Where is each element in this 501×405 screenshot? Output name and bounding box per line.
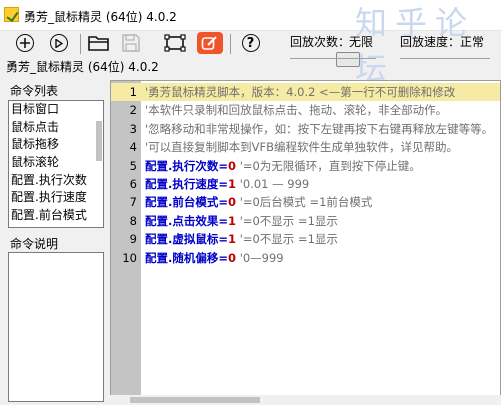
open-button[interactable] bbox=[86, 30, 111, 56]
code-keyword: 配置.执行速度 bbox=[145, 177, 219, 191]
code-statement: 配置.执行速度=1 '0.01 — 999 bbox=[145, 175, 309, 193]
window-title: 勇芳_鼠标精灵 (64位) 4.0.2 bbox=[24, 10, 177, 24]
list-item[interactable]: 配置.执行次数 bbox=[9, 172, 103, 190]
line-number: 7 bbox=[129, 195, 137, 210]
capture-button[interactable] bbox=[162, 30, 187, 56]
code-comment: '忽略移动和非常规操作，如：按下左键再按下右键再释放左键等等。 bbox=[145, 121, 494, 136]
title-bar: 勇芳_鼠标精灵 (64位) 4.0.2 知乎论坛 bbox=[0, 0, 501, 88]
capture-frame-icon bbox=[163, 34, 186, 52]
code-operator: = bbox=[218, 158, 229, 173]
code-line[interactable]: 4 '可以直接复制脚本到VFB编程软件生成单独软件，详见帮助。 bbox=[111, 138, 500, 156]
code-comment: '本软件只录制和回放鼠标点击、拖动、滚轮，非全部动作。 bbox=[145, 103, 448, 118]
code-keyword: 配置.执行次数 bbox=[145, 158, 219, 173]
code-operator: = bbox=[218, 250, 229, 265]
scrollbar-thumb[interactable] bbox=[130, 397, 260, 403]
code-operator: = bbox=[218, 177, 229, 191]
repeat-count-track bbox=[290, 58, 376, 59]
list-item[interactable]: 配置.执行速度 bbox=[9, 189, 103, 207]
pencil-edit-icon bbox=[197, 32, 223, 54]
command-list-header: 命令列表 bbox=[10, 84, 59, 98]
list-item[interactable]: 配置.前台模式 bbox=[9, 207, 103, 225]
line-number: 8 bbox=[129, 213, 137, 228]
code-comment: '=0不显示 =1显示 bbox=[239, 232, 338, 247]
code-line[interactable]: 7 配置.前台模式=0 '=0后台模式 =1前台模式 bbox=[111, 193, 500, 211]
code-keyword: 配置.前台模式 bbox=[145, 195, 219, 210]
code-statement: 配置.虚拟鼠标=1 '=0不显示 =1显示 bbox=[145, 230, 338, 248]
list-item[interactable]: 目标窗口 bbox=[9, 101, 103, 119]
add-button[interactable] bbox=[12, 30, 37, 56]
code-line[interactable]: 1 '勇芳鼠标精灵脚本，版本：4.0.2 <—第一行不可删除和修改 bbox=[111, 83, 500, 102]
folder-icon bbox=[87, 36, 109, 51]
command-list-scrollbar[interactable] bbox=[96, 103, 102, 225]
command-description-header: 命令说明 bbox=[10, 237, 59, 251]
help-circle-icon: ? bbox=[241, 34, 260, 52]
line-number: 5 bbox=[129, 158, 137, 173]
code-value: 1 bbox=[228, 232, 237, 247]
playback-speed-label: 回放速度： bbox=[400, 35, 461, 49]
code-keyword: 配置.随机偏移 bbox=[145, 250, 219, 265]
code-line[interactable]: 6 配置.执行速度=1 '0.01 — 999 bbox=[111, 175, 500, 193]
code-comment: '=0后台模式 =1前台模式 bbox=[239, 195, 373, 210]
line-number: 6 bbox=[129, 177, 137, 191]
code-comment: '=0为无限循环，直到按下停止键。 bbox=[239, 158, 421, 173]
code-keyword: 配置.虚拟鼠标 bbox=[145, 232, 219, 247]
line-number: 2 bbox=[129, 103, 137, 118]
code-line[interactable]: 3 '忽略移动和非常规操作，如：按下左键再按下右键再释放左键等等。 bbox=[111, 120, 500, 138]
line-number: 1 bbox=[129, 85, 137, 99]
list-item[interactable]: 鼠标滚轮 bbox=[9, 154, 103, 172]
save-button[interactable] bbox=[118, 30, 143, 56]
line-number: 10 bbox=[122, 250, 137, 265]
command-list[interactable]: 目标窗口 鼠标点击 鼠标拖移 鼠标滚轮 配置.执行次数 配置.执行速度 配置.前… bbox=[8, 100, 104, 228]
plus-circle-icon bbox=[15, 34, 34, 52]
list-item[interactable]: 鼠标拖移 bbox=[9, 136, 103, 154]
line-number: 4 bbox=[129, 140, 137, 155]
help-button[interactable]: ? bbox=[238, 30, 263, 56]
code-line[interactable]: 9 配置.虚拟鼠标=1 '=0不显示 =1显示 bbox=[111, 230, 500, 248]
code-line[interactable]: 5 配置.执行次数=0 '=0为无限循环，直到按下停止键。 bbox=[111, 157, 500, 175]
code-line[interactable]: 2 '本软件只录制和回放鼠标点击、拖动、滚轮，非全部动作。 bbox=[111, 101, 500, 119]
code-operator: = bbox=[218, 195, 229, 210]
code-line[interactable]: 8 配置.点击效果=1 '=0不显示 =1显示 bbox=[111, 212, 500, 230]
code-value: 1 bbox=[228, 177, 237, 191]
status-text: 勇芳_鼠标精灵 (64位) 4.0.2 bbox=[6, 60, 159, 74]
code-value: 0 bbox=[228, 250, 237, 265]
code-statement: 配置.随机偏移=0 '0—999 bbox=[145, 249, 284, 267]
code-statement: 配置.前台模式=0 '=0后台模式 =1前台模式 bbox=[145, 193, 372, 211]
code-statement: 配置.点击效果=1 '=0不显示 =1显示 bbox=[145, 212, 338, 230]
scrollbar-thumb[interactable] bbox=[96, 121, 102, 161]
repeat-count-label: 回放次数： bbox=[290, 35, 351, 49]
playback-speed-track bbox=[400, 58, 490, 59]
code-keyword: 配置.点击效果 bbox=[145, 213, 219, 228]
code-operator: = bbox=[218, 213, 229, 228]
list-item[interactable]: 鼠标点击 bbox=[9, 119, 103, 137]
toolbar-separator bbox=[80, 34, 81, 54]
code-comment: '0—999 bbox=[239, 250, 284, 265]
code-comment: '可以直接复制脚本到VFB编程软件生成单独软件，详见帮助。 bbox=[145, 140, 459, 155]
code-comment: '勇芳鼠标精灵脚本，版本：4.0.2 <—第一行不可删除和修改 bbox=[145, 85, 456, 99]
editor-horizontal-scrollbar[interactable] bbox=[110, 395, 501, 405]
play-button[interactable] bbox=[46, 30, 71, 56]
line-number: 3 bbox=[129, 121, 137, 136]
code-value: 0 bbox=[228, 158, 237, 173]
command-description-box bbox=[8, 252, 104, 402]
edit-button[interactable] bbox=[195, 30, 225, 56]
line-number: 9 bbox=[129, 232, 137, 247]
toolbar-separator bbox=[230, 34, 231, 54]
playback-speed-value[interactable]: 正常 bbox=[460, 33, 484, 50]
play-circle-icon bbox=[49, 34, 68, 52]
repeat-count-value[interactable]: 无限 bbox=[349, 33, 373, 50]
app-icon bbox=[4, 7, 19, 22]
code-comment: '0.01 — 999 bbox=[239, 177, 310, 191]
script-editor[interactable]: 1 '勇芳鼠标精灵脚本，版本：4.0.2 <—第一行不可删除和修改 2 '本软件… bbox=[110, 80, 501, 402]
code-line[interactable]: 10 配置.随机偏移=0 '0—999 bbox=[111, 249, 500, 267]
code-operator: = bbox=[218, 232, 229, 247]
code-value: 1 bbox=[228, 213, 237, 228]
floppy-disk-icon bbox=[121, 34, 140, 52]
code-comment: '=0不显示 =1显示 bbox=[239, 213, 338, 228]
code-value: 0 bbox=[228, 195, 237, 210]
repeat-count-slider[interactable] bbox=[336, 52, 360, 67]
code-statement: 配置.执行次数=0 '=0为无限循环，直到按下停止键。 bbox=[145, 157, 421, 175]
